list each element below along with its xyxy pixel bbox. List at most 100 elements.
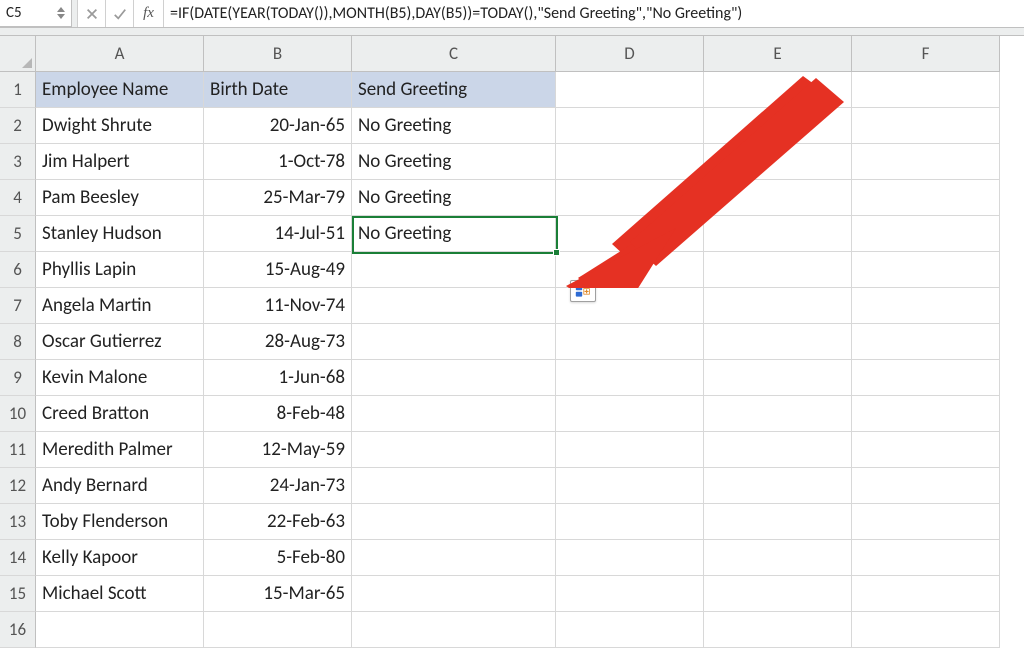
cell-A12[interactable]: Andy Bernard xyxy=(36,468,204,504)
cell-E8[interactable] xyxy=(704,324,852,360)
cell-D9[interactable] xyxy=(556,360,704,396)
cell-F12[interactable] xyxy=(852,468,1000,504)
cell-A6[interactable]: Phyllis Lapin xyxy=(36,252,204,288)
cell-D5[interactable] xyxy=(556,216,704,252)
cell-F15[interactable] xyxy=(852,576,1000,612)
row-head-7[interactable]: 7 xyxy=(0,288,36,324)
cancel-formula-button[interactable] xyxy=(78,0,106,27)
cell-B16[interactable] xyxy=(204,612,352,648)
cell-A7[interactable]: Angela Martin xyxy=(36,288,204,324)
row-head-14[interactable]: 14 xyxy=(0,540,36,576)
col-head-B[interactable]: B xyxy=(204,36,352,72)
cell-F9[interactable] xyxy=(852,360,1000,396)
cell-C7[interactable] xyxy=(352,288,556,324)
cell-C14[interactable] xyxy=(352,540,556,576)
cell-B6[interactable]: 15-Aug-49 xyxy=(204,252,352,288)
cell-E3[interactable] xyxy=(704,144,852,180)
cell-D1[interactable] xyxy=(556,72,704,108)
cell-C15[interactable] xyxy=(352,576,556,612)
cell-F7[interactable] xyxy=(852,288,1000,324)
cell-D2[interactable] xyxy=(556,108,704,144)
row-head-13[interactable]: 13 xyxy=(0,504,36,540)
select-all-corner[interactable] xyxy=(0,36,36,72)
cell-E11[interactable] xyxy=(704,432,852,468)
col-head-A[interactable]: A xyxy=(36,36,204,72)
cell-B15[interactable]: 15-Mar-65 xyxy=(204,576,352,612)
cell-C8[interactable] xyxy=(352,324,556,360)
cell-E7[interactable] xyxy=(704,288,852,324)
cell-B14[interactable]: 5-Feb-80 xyxy=(204,540,352,576)
cell-A9[interactable]: Kevin Malone xyxy=(36,360,204,396)
cell-F6[interactable] xyxy=(852,252,1000,288)
cell-C6[interactable] xyxy=(352,252,556,288)
cell-C10[interactable] xyxy=(352,396,556,432)
cell-B10[interactable]: 8-Feb-48 xyxy=(204,396,352,432)
cell-A4[interactable]: Pam Beesley xyxy=(36,180,204,216)
cell-D6[interactable] xyxy=(556,252,704,288)
cell-E13[interactable] xyxy=(704,504,852,540)
cell-C9[interactable] xyxy=(352,360,556,396)
cell-F8[interactable] xyxy=(852,324,1000,360)
row-head-8[interactable]: 8 xyxy=(0,324,36,360)
cell-F5[interactable] xyxy=(852,216,1000,252)
cell-C16[interactable] xyxy=(352,612,556,648)
cell-D3[interactable] xyxy=(556,144,704,180)
cell-A11[interactable]: Meredith Palmer xyxy=(36,432,204,468)
row-head-5[interactable]: 5 xyxy=(0,216,36,252)
cell-E2[interactable] xyxy=(704,108,852,144)
row-head-1[interactable]: 1 xyxy=(0,72,36,108)
cell-C13[interactable] xyxy=(352,504,556,540)
cell-A15[interactable]: Michael Scott xyxy=(36,576,204,612)
cell-A5[interactable]: Stanley Hudson xyxy=(36,216,204,252)
cell-E15[interactable] xyxy=(704,576,852,612)
spreadsheet-grid[interactable]: A B C D E F 1 Employee Name Birth Date S… xyxy=(0,36,1024,648)
cell-E5[interactable] xyxy=(704,216,852,252)
cell-D12[interactable] xyxy=(556,468,704,504)
cell-C5[interactable]: No Greeting xyxy=(352,216,556,252)
cell-C1[interactable]: Send Greeting xyxy=(352,72,556,108)
cell-F11[interactable] xyxy=(852,432,1000,468)
cell-E10[interactable] xyxy=(704,396,852,432)
cell-F10[interactable] xyxy=(852,396,1000,432)
cell-D13[interactable] xyxy=(556,504,704,540)
cell-B2[interactable]: 20-Jan-65 xyxy=(204,108,352,144)
cell-B4[interactable]: 25-Mar-79 xyxy=(204,180,352,216)
cell-A14[interactable]: Kelly Kapoor xyxy=(36,540,204,576)
confirm-formula-button[interactable] xyxy=(106,0,134,27)
row-head-16[interactable]: 16 xyxy=(0,612,36,648)
cell-F2[interactable] xyxy=(852,108,1000,144)
cell-F4[interactable] xyxy=(852,180,1000,216)
cell-D15[interactable] xyxy=(556,576,704,612)
cell-E6[interactable] xyxy=(704,252,852,288)
cell-C12[interactable] xyxy=(352,468,556,504)
col-head-F[interactable]: F xyxy=(852,36,1000,72)
cell-B9[interactable]: 1-Jun-68 xyxy=(204,360,352,396)
cell-E1[interactable] xyxy=(704,72,852,108)
cell-B8[interactable]: 28-Aug-73 xyxy=(204,324,352,360)
cell-C4[interactable]: No Greeting xyxy=(352,180,556,216)
cell-E12[interactable] xyxy=(704,468,852,504)
formula-input[interactable]: =IF(DATE(YEAR(TODAY()),MONTH(B5),DAY(B5)… xyxy=(164,0,1024,27)
cell-D10[interactable] xyxy=(556,396,704,432)
cell-B11[interactable]: 12-May-59 xyxy=(204,432,352,468)
row-head-2[interactable]: 2 xyxy=(0,108,36,144)
col-head-E[interactable]: E xyxy=(704,36,852,72)
row-head-4[interactable]: 4 xyxy=(0,180,36,216)
cell-D7[interactable] xyxy=(556,288,704,324)
col-head-D[interactable]: D xyxy=(556,36,704,72)
name-box-spinner[interactable] xyxy=(57,2,67,24)
cell-A2[interactable]: Dwight Shrute xyxy=(36,108,204,144)
cell-E16[interactable] xyxy=(704,612,852,648)
row-head-6[interactable]: 6 xyxy=(0,252,36,288)
col-head-C[interactable]: C xyxy=(352,36,556,72)
cell-A13[interactable]: Toby Flenderson xyxy=(36,504,204,540)
row-head-10[interactable]: 10 xyxy=(0,396,36,432)
cell-E14[interactable] xyxy=(704,540,852,576)
cell-F14[interactable] xyxy=(852,540,1000,576)
cell-B7[interactable]: 11-Nov-74 xyxy=(204,288,352,324)
row-head-15[interactable]: 15 xyxy=(0,576,36,612)
cell-C2[interactable]: No Greeting xyxy=(352,108,556,144)
insert-function-button[interactable]: fx xyxy=(134,0,164,27)
cell-E9[interactable] xyxy=(704,360,852,396)
cell-C11[interactable] xyxy=(352,432,556,468)
